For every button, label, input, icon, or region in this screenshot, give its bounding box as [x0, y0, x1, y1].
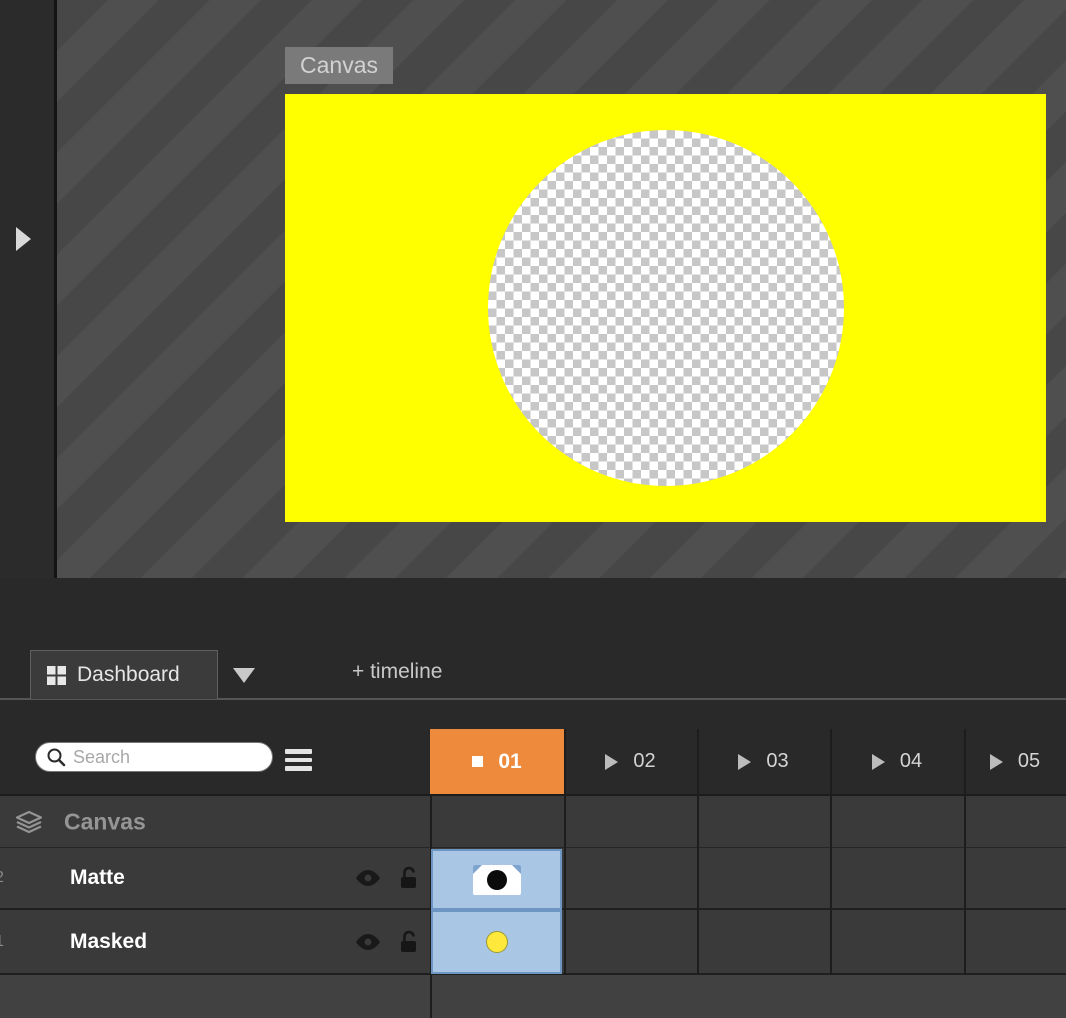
frame-header-03[interactable]: 03 [697, 729, 830, 794]
play-icon [738, 754, 751, 770]
keyframe-cell-masked[interactable] [431, 910, 562, 974]
visibility-eye-icon[interactable] [354, 933, 382, 950]
layers-icon [14, 810, 44, 834]
dashboard-grid-icon [47, 666, 66, 685]
frame-number: 04 [900, 750, 922, 773]
frame-number: 02 [633, 750, 655, 773]
layer-index: 1 [0, 933, 4, 951]
frame-number: 03 [766, 750, 788, 773]
canvas-stage[interactable] [285, 94, 1046, 522]
keyframe-cell-matte[interactable] [431, 849, 562, 910]
lock-icon[interactable] [399, 930, 418, 954]
masked-layer-thumbnail [486, 931, 508, 953]
layer-index: 2 [0, 869, 4, 887]
tab-dropdown-caret-icon[interactable] [233, 668, 255, 683]
layer-name: Matte [70, 866, 125, 890]
transparent-mask-hole [488, 130, 844, 486]
play-icon [872, 754, 885, 770]
canvas-label: Canvas [285, 47, 393, 84]
tab-dashboard-label: Dashboard [77, 663, 180, 687]
add-timeline-button[interactable]: + timeline [352, 660, 442, 684]
play-icon [605, 754, 618, 770]
matte-dot [487, 870, 507, 890]
frame-number: 01 [498, 750, 521, 774]
frame-header-01[interactable]: 01 [430, 729, 564, 794]
lock-icon[interactable] [399, 866, 418, 890]
frame-header-02[interactable]: 02 [564, 729, 697, 794]
search-input[interactable] [73, 747, 262, 768]
tab-dashboard[interactable]: Dashboard [30, 650, 218, 699]
canvas-workspace: Canvas [57, 0, 1066, 578]
search-icon [46, 747, 66, 767]
panel-expand-arrow-icon[interactable] [16, 227, 31, 251]
app-window: Canvas Dashboard + timeline [0, 0, 1066, 1018]
search-box[interactable] [35, 742, 273, 772]
left-sidebar [0, 0, 57, 578]
visibility-eye-icon[interactable] [354, 870, 382, 887]
play-icon [990, 754, 1003, 770]
timeline-panel: Dashboard + timeline Canvas [0, 578, 1066, 1018]
frame-number: 05 [1018, 750, 1040, 773]
layer-group-canvas[interactable]: Canvas [0, 794, 1066, 848]
menu-icon[interactable] [285, 745, 312, 775]
layer-group-label: Canvas [64, 808, 146, 835]
timeline-footer [0, 975, 1066, 1018]
frame-header-05[interactable]: 05 [964, 729, 1066, 794]
matte-layer-thumbnail [473, 865, 521, 895]
stop-icon [472, 756, 483, 767]
frame-header-04[interactable]: 04 [830, 729, 964, 794]
layer-name: Masked [70, 930, 147, 954]
